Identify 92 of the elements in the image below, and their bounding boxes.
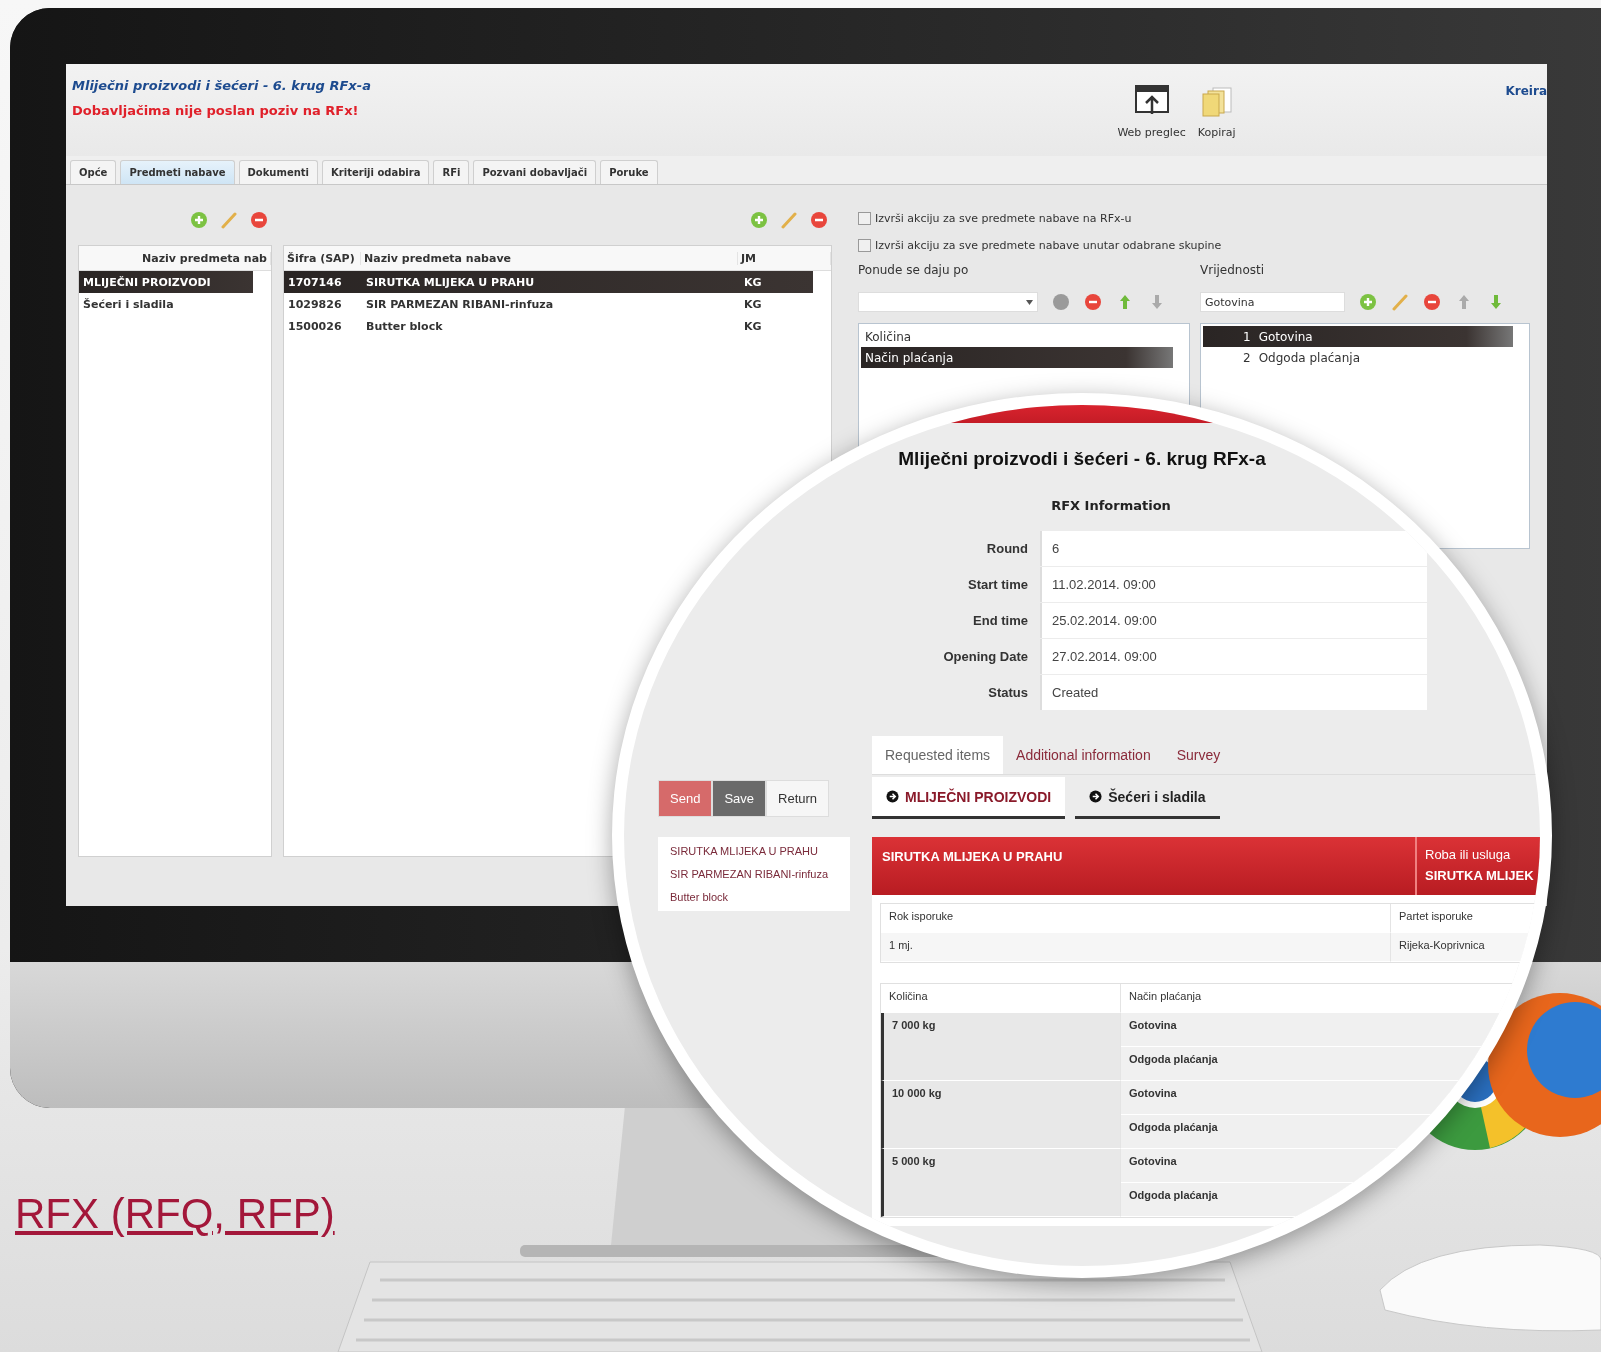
table-cell-text: 1500026	[287, 319, 343, 333]
field-label: Start time	[967, 576, 1029, 594]
table-cell-text: 1707146	[287, 275, 343, 289]
table-cell-text: KG	[743, 275, 763, 289]
table-cell-text: SIR PARMEZAN RIBANI-rinfuza	[365, 297, 555, 311]
tab[interactable]: Poruke	[600, 160, 658, 184]
field-label: Status	[987, 684, 1029, 702]
field-value: 25.02.2014. 09:00	[1040, 603, 1427, 638]
item-link[interactable]: SIRUTKA MLIJEKA U PRAHU	[670, 845, 838, 857]
tab[interactable]: RFi	[433, 160, 470, 184]
column-header: Naziv predmeta nabave	[361, 251, 738, 265]
create-link[interactable]: Kreira	[1505, 84, 1547, 156]
list-item[interactable]: 2 Odgoda plaćanja	[1203, 347, 1513, 368]
list-item[interactable]: 1 Gotovina	[1203, 326, 1513, 347]
table-row[interactable]: 1029826 SIR PARMEZAN RIBANI-rinfuza KG	[284, 293, 813, 315]
item-link[interactable]: Butter block	[670, 891, 838, 903]
remove-icon[interactable]	[250, 211, 268, 229]
dropdown[interactable]	[858, 292, 1038, 312]
remove-icon[interactable]	[1084, 293, 1102, 311]
table-cell-text: Butter block	[365, 319, 444, 333]
circle-arrow-icon	[1089, 790, 1103, 803]
column-header: Šifra (SAP)	[284, 251, 361, 265]
column-header: Naziv predmeta nab	[79, 251, 271, 265]
add-icon[interactable]	[190, 211, 208, 229]
table-cell-text: SIRUTKA MLIJEKA U PRAHU	[365, 275, 536, 289]
action-button[interactable]: Save	[712, 780, 766, 817]
table-row[interactable]: 1707146 SIRUTKA MLIJEKA U PRAHU KG	[284, 271, 813, 293]
checkbox-label: Izvrši akciju za sve predmete nabave na RFx-u	[875, 212, 1132, 225]
item-text: Gotovina	[1258, 329, 1313, 344]
field-value: Created	[1040, 675, 1427, 710]
group-tab[interactable]: Šećeri i sladila	[1075, 777, 1220, 819]
group-tab[interactable]: MLIJEČNI PROIZVODI	[872, 777, 1066, 819]
table-cell-text: 1029826	[287, 297, 343, 311]
item-link[interactable]: SIR PARMEZAN RIBANI-rinfuza	[670, 868, 838, 880]
field-value: 11.02.2014. 09:00	[1040, 567, 1427, 602]
tab[interactable]: Requested items	[872, 736, 1004, 774]
table-row[interactable]: 1500026 Butter block KG	[284, 315, 813, 337]
rfx-title: Mliječni proizvodi i šećeri - 6. krug RFx-a	[72, 78, 372, 93]
add-icon[interactable]	[750, 211, 768, 229]
table-cell: 1 mj.	[881, 933, 1391, 962]
row-text: MLIJEČNI PROIZVODI	[82, 275, 212, 289]
pencil-icon[interactable]	[220, 211, 238, 229]
toolbar-button[interactable]: Web preglec	[1117, 84, 1186, 156]
quantity-cell: 7 000 kg	[881, 1013, 1121, 1081]
checkbox[interactable]	[858, 239, 871, 252]
table-cell-text: KG	[743, 297, 763, 311]
caret-icon	[1026, 299, 1033, 305]
tab[interactable]: Pozvani dobavljači	[473, 160, 597, 184]
section-title: RFX Information	[1050, 498, 1172, 513]
checkbox[interactable]	[858, 212, 871, 225]
remove-icon[interactable]	[810, 211, 828, 229]
field-value: 6	[1040, 531, 1427, 566]
warning-message: Dobavljačima nije poslan poziv na RFx!	[72, 103, 360, 118]
preview-title: Mliječni proizvodi i šećeri - 6. krug RFx-a	[897, 447, 1267, 471]
pencil-icon[interactable]	[1391, 293, 1409, 311]
rfx-link[interactable]: RFX (RFQ, RFP)	[15, 1190, 335, 1237]
column-header: JM	[738, 251, 831, 265]
tab[interactable]: Additional information	[1003, 736, 1164, 774]
circle-arrow-icon	[886, 790, 899, 803]
quantity-cell: 5 000 kg	[881, 1149, 1121, 1217]
tab[interactable]: Survey	[1163, 736, 1234, 774]
checkbox-label: Izvrši akciju za sve predmete nabave unutar odabrane skupine	[875, 239, 1222, 252]
field-label: Vrijednosti	[1200, 263, 1266, 279]
table-cell-text: KG	[743, 319, 763, 333]
list-row[interactable]: MLIJEČNI PROIZVODI	[79, 271, 253, 293]
field-label: End time	[972, 612, 1029, 630]
type-value: SIRUTKA MLIJEK	[1425, 868, 1535, 883]
tab[interactable]: Dokumenti	[238, 160, 319, 184]
list-row[interactable]: Šećeri i sladila	[79, 293, 253, 315]
field-label: Ponude se daju po	[858, 263, 970, 279]
item-number: 2	[1243, 350, 1251, 365]
action-button[interactable]: Return	[766, 780, 830, 817]
field-label: Opening Date	[942, 648, 1029, 666]
field-label: Round	[985, 540, 1029, 558]
remove-icon[interactable]	[1423, 293, 1441, 311]
quantity-cell: 10 000 kg	[881, 1081, 1121, 1149]
tab[interactable]: Predmeti nabave	[120, 160, 235, 184]
item-title-bar: SIRUTKA MLIJEKA U PRAHU	[872, 837, 1415, 895]
circle-icon[interactable]	[1052, 293, 1070, 311]
type-label: Roba ili usluga	[1425, 847, 1512, 862]
list-item[interactable]: Količina	[861, 326, 1173, 347]
pencil-icon[interactable]	[780, 211, 798, 229]
tab[interactable]: Kriteriji odabira	[322, 160, 430, 184]
tab[interactable]: Opće	[70, 160, 117, 184]
value-field[interactable]: Gotovina	[1200, 292, 1345, 312]
item-number: 1	[1243, 329, 1251, 344]
field-value: 27.02.2014. 09:00	[1040, 639, 1427, 674]
add-icon[interactable]	[1359, 293, 1377, 311]
item-text: Odgoda plaćanja	[1258, 350, 1360, 365]
toolbar-button[interactable]: Kopiraj	[1197, 84, 1236, 156]
list-item[interactable]: Način plaćanja	[861, 347, 1173, 368]
row-text: Šećeri i sladila	[82, 297, 175, 311]
